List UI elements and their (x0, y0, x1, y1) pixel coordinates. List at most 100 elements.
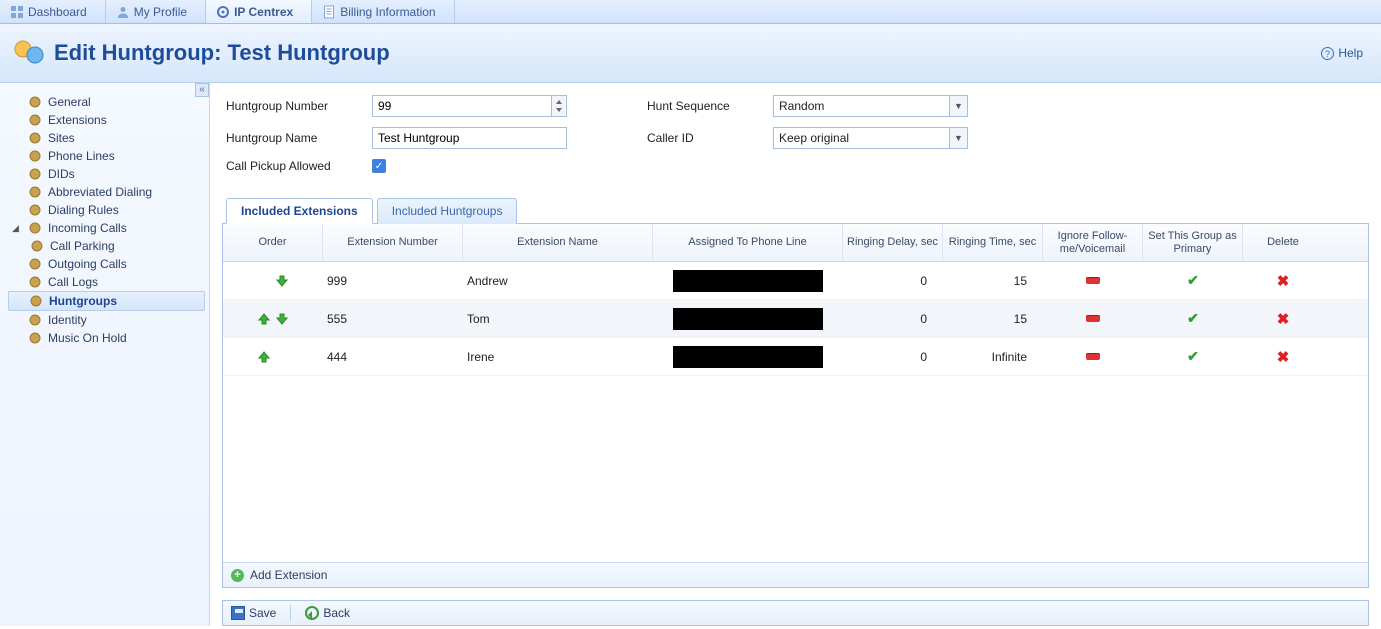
set-primary-button[interactable]: ✔ (1187, 348, 1199, 365)
back-button[interactable]: Back (305, 606, 350, 620)
sidebar-icon (30, 239, 44, 253)
ignore-toggle[interactable] (1086, 315, 1100, 322)
cell-assigned-phone (673, 308, 823, 330)
help-label: Help (1338, 46, 1363, 60)
sidebar-icon (28, 131, 42, 145)
sidebar-item-label: Identity (48, 313, 87, 327)
call-pickup-checkbox[interactable]: ✓ (372, 159, 386, 173)
sidebar-item-label: Call Parking (50, 239, 115, 253)
col-extension-name[interactable]: Extension Name (463, 224, 653, 261)
chevron-down-icon: ▼ (949, 128, 967, 148)
add-extension-button[interactable]: Add Extension (250, 568, 327, 582)
save-button[interactable]: Save (231, 606, 276, 620)
col-ignore-followme[interactable]: Ignore Follow-me/Voicemail (1043, 224, 1143, 261)
save-icon (231, 606, 245, 620)
page-header: Edit Huntgroup: Test Huntgroup ? Help (0, 24, 1381, 83)
col-ringing-time[interactable]: Ringing Time, sec (943, 224, 1043, 261)
sidebar-item-incoming-calls[interactable]: ◢ Incoming Calls (8, 219, 205, 237)
back-label: Back (323, 606, 350, 620)
move-down-button[interactable] (275, 312, 289, 326)
cell-ringing-delay: 0 (843, 312, 943, 326)
sidebar-icon (28, 331, 42, 345)
cell-extension-name: Irene (463, 350, 653, 364)
move-up-button[interactable] (257, 350, 271, 364)
svg-text:?: ? (1325, 49, 1330, 59)
number-spinner[interactable] (551, 96, 565, 116)
top-tab-ip-centrex[interactable]: IP Centrex (206, 0, 312, 23)
set-primary-button[interactable]: ✔ (1187, 272, 1199, 289)
col-delete[interactable]: Delete (1243, 224, 1323, 261)
sidebar: « GeneralExtensionsSitesPhone LinesDIDs A… (0, 83, 210, 626)
col-order[interactable]: Order (223, 224, 323, 261)
top-tab-billing[interactable]: Billing Information (312, 0, 454, 23)
sidebar-collapse-button[interactable]: « (195, 83, 209, 97)
tab-included-huntgroups[interactable]: Included Huntgroups (377, 198, 518, 224)
top-tab-label: Dashboard (28, 5, 87, 19)
bottom-toolbar: Save Back (222, 600, 1369, 626)
sidebar-icon (28, 113, 42, 127)
col-assigned-phone[interactable]: Assigned To Phone Line (653, 224, 843, 261)
ignore-toggle[interactable] (1086, 277, 1100, 284)
call-pickup-label: Call Pickup Allowed (226, 159, 356, 173)
form-area: Huntgroup Number Huntgroup Name Call Pic… (222, 95, 1369, 197)
sidebar-item-label: Outgoing Calls (48, 257, 127, 271)
ignore-toggle[interactable] (1086, 353, 1100, 360)
profile-icon (116, 5, 130, 19)
sidebar-item-sites[interactable]: Sites (8, 129, 205, 147)
cell-ringing-delay: 0 (843, 350, 943, 364)
set-primary-button[interactable]: ✔ (1187, 310, 1199, 327)
table-row: 555Tom015✔✖ (223, 300, 1368, 338)
huntgroup-name-input[interactable] (372, 127, 567, 149)
sidebar-icon (28, 203, 42, 217)
help-link[interactable]: ? Help (1321, 46, 1363, 60)
cell-extension-name: Andrew (463, 274, 653, 288)
delete-button[interactable]: ✖ (1277, 272, 1290, 290)
top-tab-dashboard[interactable]: Dashboard (0, 0, 106, 23)
cell-extension-number: 999 (323, 274, 463, 288)
sidebar-icon (28, 313, 42, 327)
cell-ringing-time: 15 (943, 274, 1043, 288)
sidebar-item-huntgroups[interactable]: Huntgroups (8, 291, 205, 311)
sidebar-icon (28, 275, 42, 289)
sidebar-item-label: Abbreviated Dialing (48, 185, 152, 199)
caller-id-select[interactable]: Keep original ▼ (773, 127, 968, 149)
cell-extension-number: 555 (323, 312, 463, 326)
sidebar-item-general[interactable]: General (8, 93, 205, 111)
huntgroup-number-label: Huntgroup Number (226, 99, 356, 113)
huntgroup-number-input[interactable] (373, 96, 551, 116)
sidebar-item-music-on-hold[interactable]: Music On Hold (8, 329, 205, 347)
sidebar-item-abbreviated-dialing[interactable]: Abbreviated Dialing (8, 183, 205, 201)
delete-button[interactable]: ✖ (1277, 348, 1290, 366)
tree-expander-icon[interactable]: ◢ (12, 223, 22, 234)
move-up-button[interactable] (257, 312, 271, 326)
top-tab-label: Billing Information (340, 5, 435, 19)
sidebar-item-label: Call Logs (48, 275, 98, 289)
huntgroup-header-icon (12, 38, 46, 68)
sidebar-item-call-logs[interactable]: Call Logs (8, 273, 205, 291)
col-extension-number[interactable]: Extension Number (323, 224, 463, 261)
col-set-primary[interactable]: Set This Group as Primary (1143, 224, 1243, 261)
sidebar-item-outgoing-calls[interactable]: Outgoing Calls (8, 255, 205, 273)
sidebar-item-label: Incoming Calls (48, 221, 127, 235)
col-ringing-delay[interactable]: Ringing Delay, sec (843, 224, 943, 261)
hunt-sequence-label: Hunt Sequence (647, 99, 757, 113)
plus-icon: + (231, 569, 244, 582)
sidebar-item-dialing-rules[interactable]: Dialing Rules (8, 201, 205, 219)
top-tab-label: My Profile (134, 5, 187, 19)
delete-button[interactable]: ✖ (1277, 310, 1290, 328)
help-icon: ? (1321, 47, 1334, 60)
caller-id-value: Keep original (779, 131, 849, 145)
sidebar-item-call-parking[interactable]: Call Parking (8, 237, 205, 255)
top-tab-strip: Dashboard My Profile IP Centrex Billing … (0, 0, 1381, 24)
toolbar-separator (290, 605, 291, 621)
hunt-sequence-select[interactable]: Random ▼ (773, 95, 968, 117)
move-down-button[interactable] (275, 274, 289, 288)
top-tab-my-profile[interactable]: My Profile (106, 0, 206, 23)
sidebar-item-dids[interactable]: DIDs (8, 165, 205, 183)
sidebar-item-extensions[interactable]: Extensions (8, 111, 205, 129)
sidebar-icon (28, 221, 42, 235)
sidebar-item-label: Music On Hold (48, 331, 127, 345)
sidebar-item-phone-lines[interactable]: Phone Lines (8, 147, 205, 165)
sidebar-item-identity[interactable]: Identity (8, 311, 205, 329)
tab-included-extensions[interactable]: Included Extensions (226, 198, 373, 224)
